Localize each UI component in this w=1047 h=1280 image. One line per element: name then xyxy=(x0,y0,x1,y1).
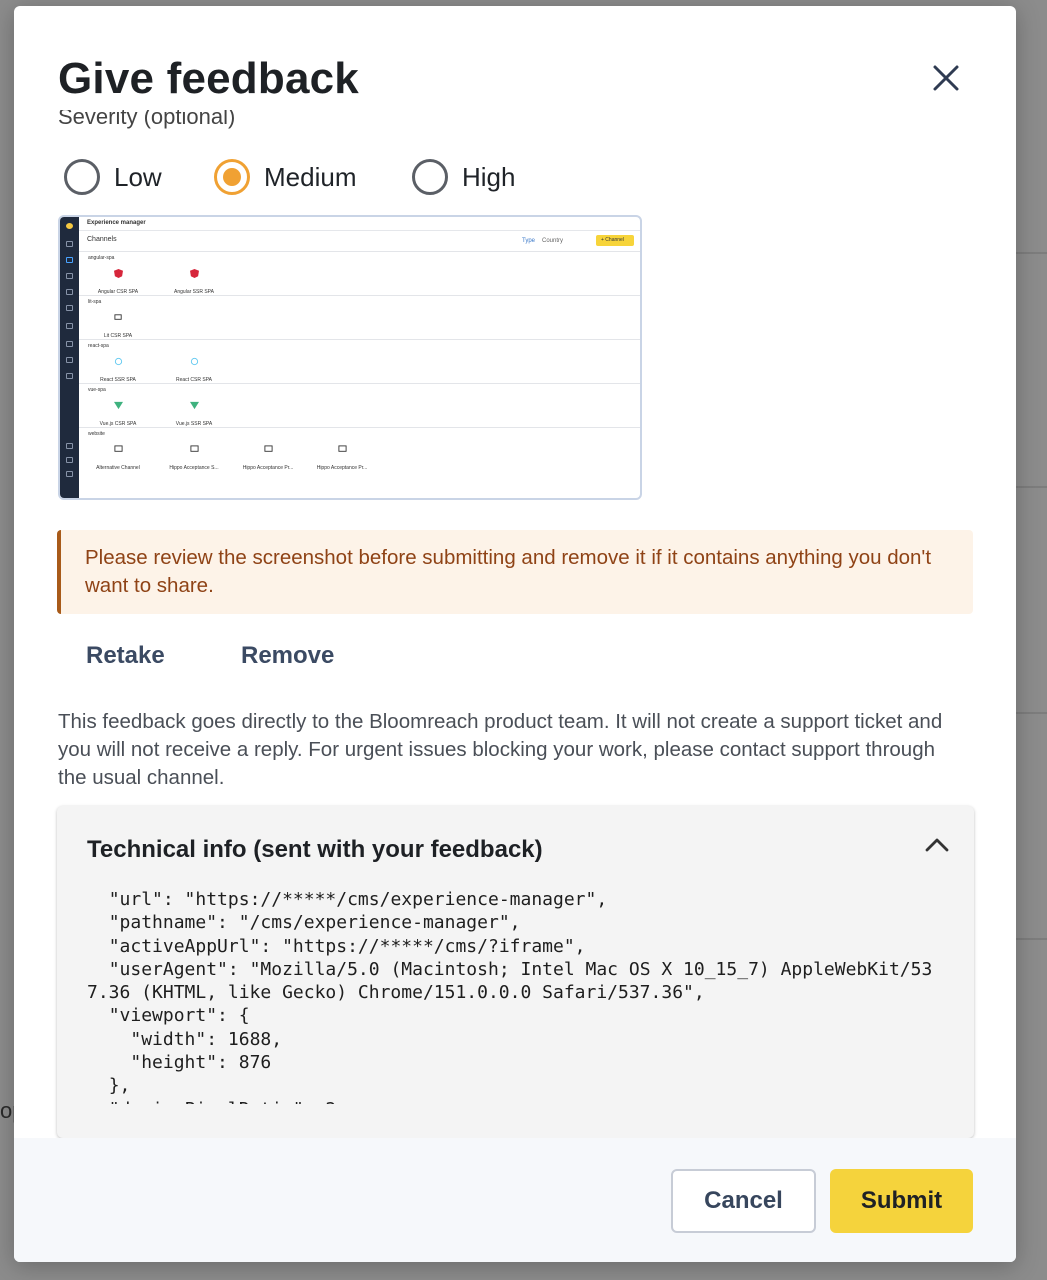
preview-channel-card: Alternative Channel xyxy=(90,445,146,474)
radio-circle[interactable] xyxy=(64,159,100,195)
preview-group: vue-spa xyxy=(88,387,106,393)
preview-divider xyxy=(79,339,640,340)
preview-tab: Type xyxy=(522,238,536,244)
preview-channel-card: Lit CSR SPA xyxy=(90,313,146,342)
backdrop-divider xyxy=(1016,486,1047,488)
severity-radio-medium[interactable]: Medium xyxy=(214,158,356,196)
backdrop-divider xyxy=(1016,252,1047,254)
preview-channel-card: Angular CSR SPA xyxy=(90,269,146,298)
technical-info-title: Technical info (sent with your feedback) xyxy=(87,836,543,863)
radio-circle[interactable] xyxy=(412,159,448,195)
technical-info-toggle[interactable]: Technical info (sent with your feedback) xyxy=(57,806,974,894)
submit-button[interactable]: Submit xyxy=(830,1169,973,1233)
preview-group: angular-spa xyxy=(88,255,115,261)
severity-label: Severity (optional) xyxy=(58,110,236,129)
preview-tab: Country xyxy=(542,238,564,244)
preview-group: lit-spa xyxy=(88,299,102,305)
preview-page-title: Channels xyxy=(87,236,117,243)
preview-channel-card: React SSR SPA xyxy=(90,357,146,386)
preview-channel-card: Hippo Acceptance S... xyxy=(166,445,222,474)
preview-add-channel-label: + Channel xyxy=(601,237,624,243)
preview-group: website xyxy=(88,431,105,437)
radio-label: Medium xyxy=(264,161,357,192)
radio-label: High xyxy=(462,161,516,192)
preview-header-text: Experience manager xyxy=(87,220,146,226)
close-button[interactable] xyxy=(926,58,966,98)
dialog-footer: Cancel Submit xyxy=(14,1138,1016,1262)
preview-channel-card: Hippo Acceptance Pr... xyxy=(314,445,370,474)
feedback-dialog: Give feedback Severity (optional) Low Me… xyxy=(14,6,1016,1262)
preview-divider xyxy=(79,383,640,384)
severity-radio-high[interactable]: High xyxy=(412,158,515,196)
preview-channel-card: Vue.js SSR SPA xyxy=(166,401,222,430)
severity-radio-low[interactable]: Low xyxy=(64,158,162,196)
remove-button[interactable]: Remove xyxy=(241,642,334,670)
preview-divider xyxy=(79,427,640,428)
preview-divider xyxy=(79,295,640,296)
technical-info-code: "url": "https://*****/cms/experience-man… xyxy=(87,889,933,1104)
preview-nav-rail xyxy=(60,217,79,498)
backdrop-divider xyxy=(1016,938,1047,940)
radio-circle-checked[interactable] xyxy=(214,159,250,195)
screenshot-preview: Experience manager Channels Type Country… xyxy=(58,215,642,500)
preview-channel-card: Angular SSR SPA xyxy=(166,269,222,298)
screenshot-warning: Please review the screenshot before subm… xyxy=(57,530,973,614)
backdrop-text-fragment: op xyxy=(0,1098,14,1123)
chevron-up-icon xyxy=(925,838,949,852)
dialog-body[interactable]: Severity (optional) Low Medium High Expe… xyxy=(14,110,1016,1138)
cancel-button[interactable]: Cancel xyxy=(671,1169,816,1233)
preview-divider xyxy=(79,251,640,252)
preview-header: Experience manager xyxy=(79,217,640,231)
preview-channel-card: Hippo Acceptance Pr... xyxy=(240,445,296,474)
technical-info-panel: Technical info (sent with your feedback)… xyxy=(57,806,974,1138)
feedback-disclaimer: This feedback goes directly to the Bloom… xyxy=(58,710,943,789)
close-icon xyxy=(933,65,959,91)
backdrop-divider xyxy=(1016,712,1047,714)
retake-button[interactable]: Retake xyxy=(86,642,165,670)
preview-channel-card: Vue.js CSR SPA xyxy=(90,401,146,430)
dialog-title: Give feedback xyxy=(58,54,359,103)
radio-label: Low xyxy=(114,161,162,192)
preview-group: react-spa xyxy=(88,343,109,349)
preview-channel-card: React CSR SPA xyxy=(166,357,222,386)
